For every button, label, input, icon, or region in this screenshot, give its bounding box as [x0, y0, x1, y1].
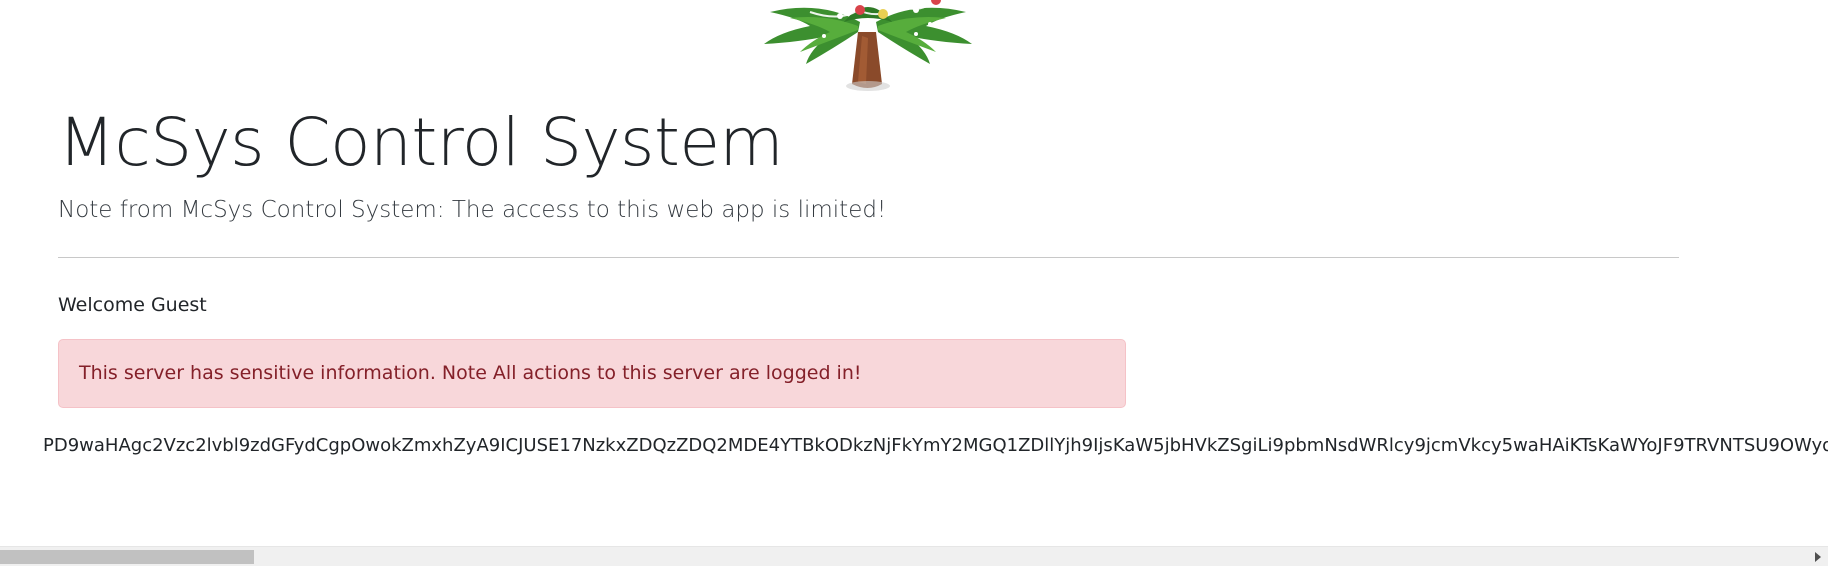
page-title: McSys Control System: [58, 104, 784, 181]
welcome-message: Welcome Guest: [58, 294, 207, 316]
sensitive-info-alert: This server has sensitive information. N…: [58, 339, 1126, 408]
encoded-text: PD9waHAgc2Vzc2lvbl9zdGFydCgpOwokZmxhZyA9…: [43, 435, 1828, 456]
divider: [58, 257, 1679, 258]
jumbotron: McSys Control System Note from McSys Con…: [58, 95, 1679, 227]
horizontal-scrollbar[interactable]: [0, 546, 1828, 566]
page: McSys Control System Note from McSys Con…: [0, 0, 1828, 566]
scrollbar-thumb[interactable]: [0, 550, 254, 564]
christmas-tree-icon: [764, 0, 972, 91]
access-note: Note from McSys Control System: The acce…: [58, 197, 887, 223]
chevron-right-icon[interactable]: [1812, 550, 1824, 564]
